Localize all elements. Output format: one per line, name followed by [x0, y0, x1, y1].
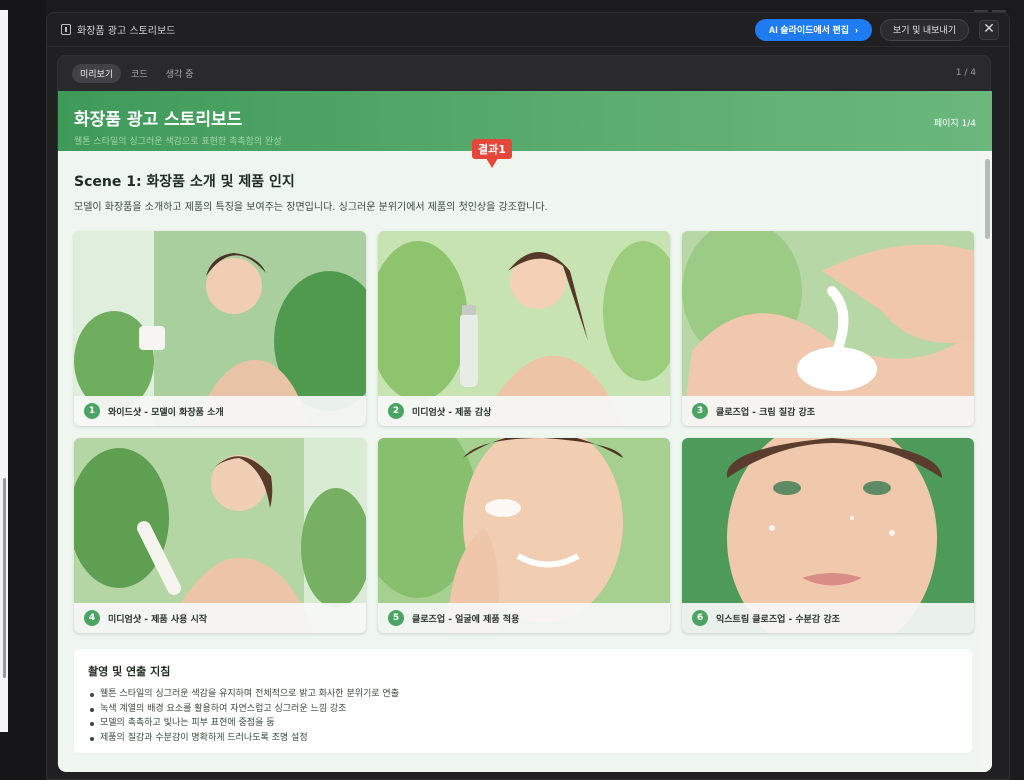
storyboard-card[interactable]: 5 클로즈업 - 얼굴에 제품 적용	[378, 438, 670, 633]
card-number: 1	[84, 403, 100, 419]
guide-list: 웰튼 스타일의 싱그러운 색감을 유지하며 전체적으로 밝고 화사한 분위기로 …	[88, 687, 958, 745]
storyboard-card[interactable]: 3 클로즈업 - 크림 질감 강조	[682, 231, 974, 426]
card-caption-text: 클로즈업 - 크림 질감 강조	[716, 407, 816, 418]
document-icon	[61, 24, 71, 35]
card-caption-text: 미디엄샷 - 제품 감상	[412, 407, 492, 418]
chevron-right-icon: ›	[855, 24, 859, 35]
guide-item: 웰튼 스타일의 싱그러운 색감을 유지하며 전체적으로 밝고 화사한 분위기로 …	[88, 687, 958, 702]
card-caption: 4 미디엄샷 - 제품 사용 시작	[74, 603, 366, 633]
card-number: 4	[84, 610, 100, 626]
view-export-button[interactable]: 보기 및 내보내기	[880, 18, 969, 41]
card-number: 2	[388, 403, 404, 419]
tab-preview[interactable]: 미리보기	[72, 63, 122, 83]
storyboard-card[interactable]: 6 익스트림 클로즈업 - 수분감 강조	[682, 438, 974, 633]
storyboard-card[interactable]: 4 미디엄샷 - 제품 사용 시작	[74, 438, 366, 633]
card-number: 5	[388, 610, 404, 626]
slide-header: 화장품 광고 스토리보드 웰톤 스타일의 싱그러운 색감으로 표현한 촉촉함의 …	[58, 91, 992, 151]
slide-page-indicator: 페이지 1/4	[933, 119, 976, 129]
page-count: 1 / 4	[955, 68, 976, 78]
guide-title: 촬영 및 연출 지침	[88, 665, 171, 678]
tab-code[interactable]: 코드	[123, 64, 156, 83]
card-caption-text: 와이드샷 - 모델이 화장품 소개	[108, 407, 224, 418]
card-caption-text: 익스트림 클로즈업 - 수분감 강조	[716, 614, 840, 625]
result-badge: 결과1	[472, 139, 512, 168]
preview-panel: 미리보기 코드 생각 중 1 / 4 화장품 광고 스토리보드 웰톤 스타일의 …	[57, 55, 992, 772]
scene-title: Scene 1: 화장품 소개 및 제품 인지	[74, 174, 295, 190]
storyboard-window: 화장품 광고 스토리보드 AI 슬라이드에서 편집 › 보기 및 내보내기 ✕ …	[46, 12, 1010, 780]
slide-title: 화장품 광고 스토리보드	[74, 110, 243, 130]
tab-thinking[interactable]: 생각 중	[158, 64, 202, 83]
card-number: 3	[692, 403, 708, 419]
scene-description: 모델이 화장품을 소개하고 제품의 특징을 보여주는 장면입니다. 싱그러운 분…	[74, 202, 548, 213]
background-app	[0, 0, 46, 780]
background-window-controls	[970, 0, 1010, 15]
card-caption-text: 미디엄샷 - 제품 사용 시작	[108, 614, 208, 625]
guide-item: 녹색 계열의 배경 요소를 활용하여 자연스럽고 싱그러운 느낌 강조	[88, 702, 958, 717]
slide-subtitle: 웰톤 스타일의 싱그러운 색감으로 표현한 촉촉함의 완성	[74, 137, 282, 147]
storyboard-grid: 1 와이드샷 - 모델이 화장품 소개 2 미디엄샷 - 제품 감상 3 클로즈…	[74, 231, 974, 633]
tab-bar: 미리보기 코드 생각 중 1 / 4	[58, 56, 990, 90]
card-caption: 6 익스트림 클로즈업 - 수분감 강조	[682, 603, 974, 633]
card-caption: 3 클로즈업 - 크림 질감 강조	[682, 396, 974, 426]
card-caption: 2 미디엄샷 - 제품 감상	[378, 396, 670, 426]
titlebar: 화장품 광고 스토리보드 AI 슬라이드에서 편집 › 보기 및 내보내기 ✕	[47, 13, 1009, 47]
card-number: 6	[692, 610, 708, 626]
slide-canvas: 화장품 광고 스토리보드 웰톤 스타일의 싱그러운 색감으로 표현한 촉촉함의 …	[58, 91, 992, 772]
guide-item: 모델의 촉촉하고 빛나는 피부 표현에 중점을 둠	[88, 716, 958, 731]
edit-in-ai-slides-button[interactable]: AI 슬라이드에서 편집 ›	[754, 18, 873, 41]
card-caption: 1 와이드샷 - 모델이 화장품 소개	[74, 396, 366, 426]
directing-guide: 촬영 및 연출 지침 웰튼 스타일의 싱그러운 색감을 유지하며 전체적으로 밝…	[74, 649, 972, 753]
guide-item: 제품의 질감과 수분감이 명확하게 드러나도록 조명 설정	[88, 731, 958, 746]
edit-in-ai-slides-label: AI 슬라이드에서 편집	[768, 25, 850, 35]
close-icon[interactable]: ✕	[979, 19, 999, 40]
slide-scrollbar-thumb[interactable]	[985, 159, 990, 239]
storyboard-card[interactable]: 1 와이드샷 - 모델이 화장품 소개	[74, 231, 366, 426]
card-caption: 5 클로즈업 - 얼굴에 제품 적용	[378, 603, 670, 633]
card-caption-text: 클로즈업 - 얼굴에 제품 적용	[412, 614, 520, 625]
storyboard-card[interactable]: 2 미디엄샷 - 제품 감상	[378, 231, 670, 426]
window-title: 화장품 광고 스토리보드	[77, 26, 176, 37]
background-scrollbar[interactable]	[3, 478, 6, 678]
slide-scrollbar[interactable]	[982, 151, 992, 772]
